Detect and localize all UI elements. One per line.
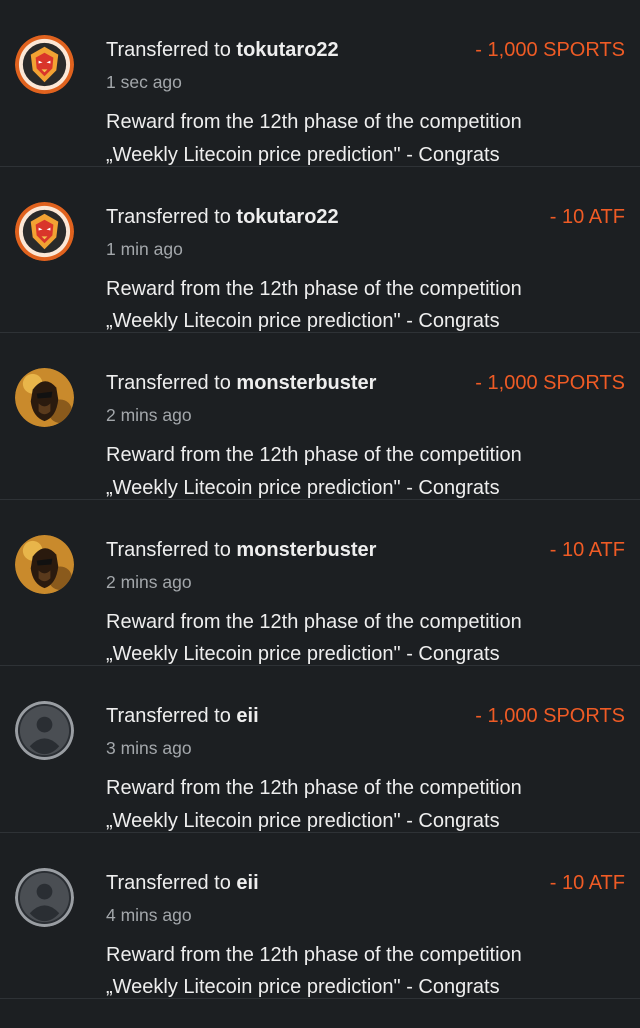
transfer-memo: Reward from the 12th phase of the compet…	[106, 772, 625, 837]
transfer-amount: - 1,000 SPORTS	[475, 372, 625, 394]
recipient-username[interactable]: eii	[236, 705, 258, 727]
transfer-title: Transferred to monsterbuster	[106, 539, 625, 562]
transfer-memo: Reward from the 12th phase of the compet…	[106, 939, 625, 1004]
list-item[interactable]: Transferred to monsterbuster - 1,000 SPO…	[0, 333, 640, 500]
portrait-avatar-icon[interactable]	[15, 534, 74, 594]
list-item[interactable]: Transferred to eii - 10 ATF 4 mins ago R…	[0, 833, 640, 999]
transfer-prefix: Transferred to	[106, 39, 237, 61]
transfer-prefix: Transferred to	[106, 871, 237, 894]
recipient-username[interactable]: tokutaro22	[236, 39, 338, 61]
portrait-avatar-icon[interactable]	[15, 368, 74, 427]
recipient-username[interactable]: monsterbuster	[236, 372, 376, 394]
list-item[interactable]: Transferred to eii - 1,000 SPORTS 3 mins…	[0, 666, 640, 833]
memo-line-1: Reward from the 12th phase of the compet…	[106, 444, 522, 466]
transfer-list: Transferred to tokutaro22 - 1,000 SPORTS…	[0, 0, 640, 999]
memo-line-1: Reward from the 12th phase of the compet…	[106, 111, 522, 133]
transfer-prefix: Transferred to	[106, 205, 237, 228]
transfer-memo: Reward from the 12th phase of the compet…	[106, 106, 625, 171]
recipient-username[interactable]: eii	[236, 872, 258, 894]
transfer-memo: Reward from the 12th phase of the compet…	[106, 606, 625, 671]
transfer-memo: Reward from the 12th phase of the compet…	[106, 439, 625, 504]
memo-line-1: Reward from the 12th phase of the compet…	[106, 943, 522, 966]
transfer-prefix: Transferred to	[106, 538, 237, 561]
timestamp[interactable]: 4 mins ago	[106, 905, 192, 926]
transfer-amount: - 10 ATF	[549, 871, 625, 894]
recipient-username[interactable]: monsterbuster	[236, 539, 376, 561]
transfer-title: Transferred to eii	[106, 872, 625, 895]
transfer-amount: - 1,000 SPORTS	[475, 39, 625, 61]
timestamp[interactable]: 3 mins ago	[106, 738, 192, 759]
timestamp[interactable]: 2 mins ago	[106, 572, 192, 593]
lion-avatar-icon[interactable]	[15, 35, 74, 94]
list-item[interactable]: Transferred to monsterbuster - 10 ATF 2 …	[0, 500, 640, 666]
default-user-avatar-icon[interactable]	[15, 867, 74, 927]
transfer-amount: - 10 ATF	[549, 205, 625, 228]
transfer-memo: Reward from the 12th phase of the compet…	[106, 273, 625, 338]
lion-avatar-icon[interactable]	[15, 201, 74, 261]
timestamp[interactable]: 1 min ago	[106, 239, 183, 260]
transfer-amount: - 10 ATF	[549, 538, 625, 561]
memo-line-1: Reward from the 12th phase of the compet…	[106, 610, 522, 633]
transfer-prefix: Transferred to	[106, 372, 237, 394]
memo-line-1: Reward from the 12th phase of the compet…	[106, 277, 522, 300]
timestamp[interactable]: 1 sec ago	[106, 72, 182, 93]
transfer-amount: - 1,000 SPORTS	[475, 705, 625, 727]
default-user-avatar-icon[interactable]	[15, 701, 74, 760]
memo-line-1: Reward from the 12th phase of the compet…	[106, 777, 522, 799]
list-item[interactable]: Transferred to tokutaro22 - 10 ATF 1 min…	[0, 167, 640, 333]
timestamp[interactable]: 2 mins ago	[106, 405, 192, 426]
list-item[interactable]: Transferred to tokutaro22 - 1,000 SPORTS…	[0, 0, 640, 167]
transfer-prefix: Transferred to	[106, 705, 237, 727]
memo-line-2: „Weekly Litecoin price prediction" - Con…	[106, 976, 500, 998]
recipient-username[interactable]: tokutaro22	[236, 206, 338, 228]
transfer-title: Transferred to tokutaro22	[106, 206, 625, 229]
